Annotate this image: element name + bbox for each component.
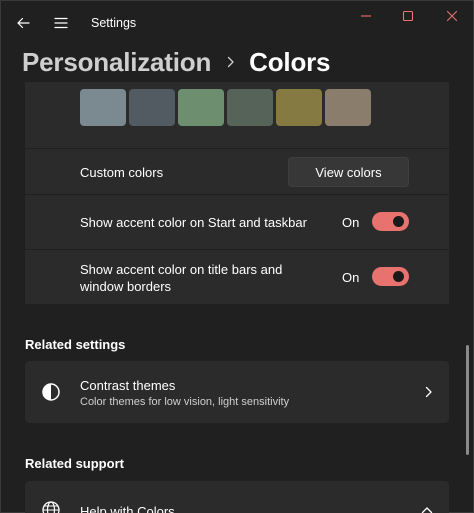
accent-color-swatches (25, 82, 449, 148)
accent-start-taskbar-toggle[interactable] (372, 212, 409, 231)
close-icon (446, 10, 458, 22)
view-colors-button[interactable]: View colors (288, 157, 409, 187)
accent-swatch[interactable] (227, 89, 273, 126)
vertical-scrollbar[interactable] (466, 345, 469, 455)
contrast-icon (40, 381, 62, 403)
accent-title-bars-label: Show accent color on title bars and wind… (80, 261, 282, 295)
navigation-menu-button[interactable] (46, 10, 76, 36)
accent-swatch[interactable] (80, 89, 126, 126)
custom-colors-row: Custom colors View colors (25, 149, 449, 194)
chevron-up-icon (421, 506, 433, 513)
related-settings-heading: Related settings (25, 337, 126, 352)
custom-colors-label: Custom colors (80, 165, 164, 180)
accent-title-bars-label-line2: window borders (80, 279, 172, 294)
maximize-icon (402, 10, 414, 22)
hamburger-menu-icon (54, 17, 68, 29)
accent-title-bars-label-line1: Show accent color on title bars and (80, 262, 283, 277)
minimize-button[interactable] (346, 4, 386, 28)
help-with-colors-expander[interactable]: Help with Colors (25, 481, 449, 513)
breadcrumb-parent-link[interactable]: Personalization (22, 47, 211, 78)
breadcrumb: Personalization Colors (22, 44, 331, 80)
toggle-knob (393, 271, 404, 282)
globe-icon (40, 499, 62, 513)
minimize-icon (361, 15, 371, 17)
toggle-state-label: On (342, 215, 360, 230)
title-bar: Settings (0, 0, 474, 46)
breadcrumb-separator (227, 56, 235, 68)
contrast-themes-title: Contrast themes (80, 378, 176, 393)
accent-start-taskbar-label: Show accent color on Start and taskbar (80, 215, 307, 230)
chevron-right-icon (425, 386, 433, 398)
accent-start-taskbar-row: Show accent color on Start and taskbar O… (25, 195, 449, 249)
back-button[interactable] (8, 10, 38, 36)
help-with-colors-title: Help with Colors (80, 504, 175, 513)
maximize-button[interactable] (388, 4, 428, 28)
back-arrow-icon (17, 17, 30, 29)
accent-title-bars-row: Show accent color on title bars and wind… (25, 250, 449, 304)
close-button[interactable] (432, 4, 472, 28)
contrast-themes-subtitle: Color themes for low vision, light sensi… (80, 396, 290, 408)
accent-swatch[interactable] (129, 89, 175, 126)
related-support-heading: Related support (25, 456, 124, 471)
page-title: Colors (249, 46, 331, 77)
accent-title-bars-toggle[interactable] (372, 267, 409, 286)
chevron-right-icon (228, 56, 234, 68)
app-title: Settings (91, 16, 137, 30)
contrast-themes-link[interactable]: Contrast themes Color themes for low vis… (25, 361, 449, 423)
accent-swatch[interactable] (276, 89, 322, 126)
toggle-state-label: On (342, 270, 360, 285)
accent-swatch[interactable] (325, 89, 371, 126)
accent-swatch[interactable] (178, 89, 224, 126)
toggle-knob (393, 216, 404, 227)
